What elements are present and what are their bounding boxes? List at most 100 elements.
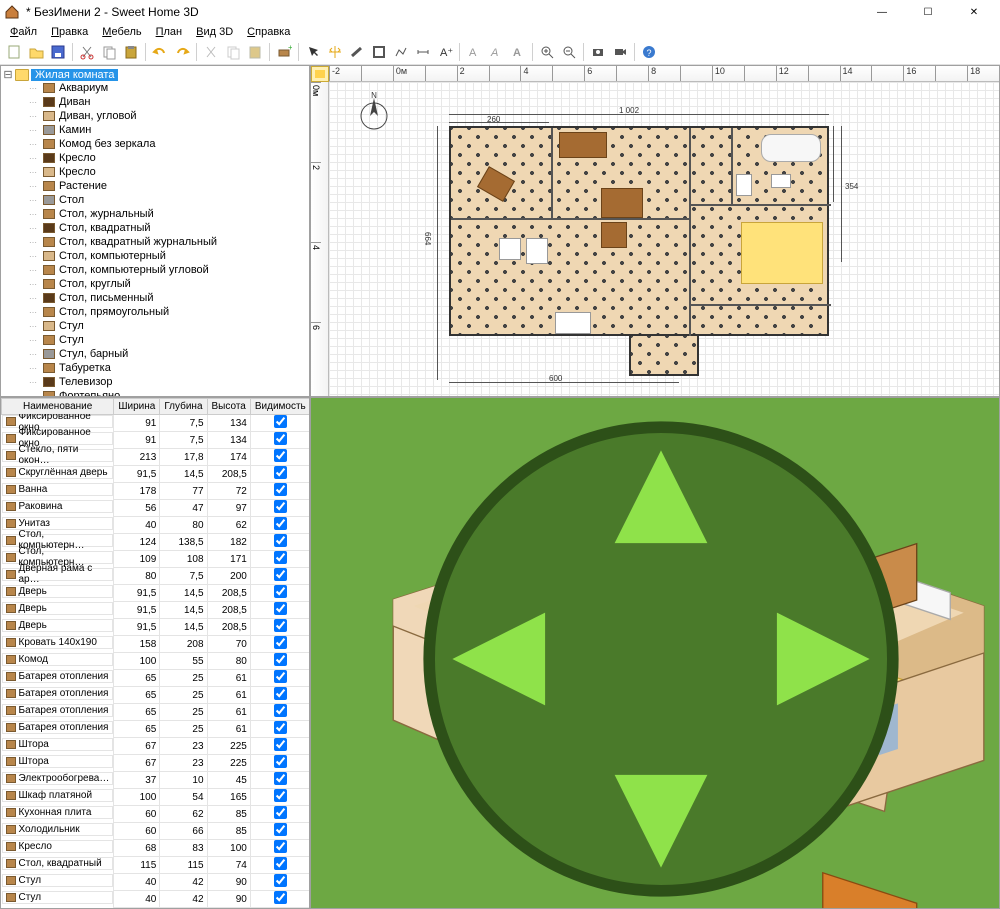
plan-canvas[interactable]: N 1 002 260 354 196 664 324 600 96,81 <box>329 82 999 396</box>
catalog-item[interactable]: ⋯Фортепьяно <box>3 389 307 397</box>
catalog-item[interactable]: ⋯Стол, прямоугольный <box>3 305 307 319</box>
menu-2[interactable]: Мебель <box>96 24 147 40</box>
catalog-item[interactable]: ⋯Кресло <box>3 151 307 165</box>
row-visible-checkbox[interactable] <box>274 432 287 445</box>
wall[interactable] <box>731 128 733 204</box>
table-row[interactable]: Батарея отопления652561 <box>2 687 311 704</box>
row-visible-checkbox[interactable] <box>274 619 287 632</box>
help-icon[interactable]: ? <box>639 42 659 62</box>
furniture-catalog-panel[interactable]: ⊟ Жилая комната ⋯Аквариум⋯Диван⋯Диван, у… <box>0 65 310 397</box>
furniture-toilet[interactable] <box>736 174 752 196</box>
row-visible-checkbox[interactable] <box>274 704 287 717</box>
catalog-item[interactable]: ⋯Стол, компьютерный <box>3 249 307 263</box>
text-icon[interactable]: A⁺ <box>435 42 455 62</box>
redo-icon[interactable] <box>172 42 192 62</box>
furniture-bathtub[interactable] <box>761 134 821 162</box>
save-icon[interactable] <box>48 42 68 62</box>
house-extension[interactable] <box>629 336 699 376</box>
row-visible-checkbox[interactable] <box>274 789 287 802</box>
collapse-icon[interactable]: ⊟ <box>3 68 13 81</box>
row-visible-checkbox[interactable] <box>274 415 287 428</box>
paste2-icon[interactable] <box>245 42 265 62</box>
house-outline[interactable] <box>449 126 829 336</box>
row-visible-checkbox[interactable] <box>274 466 287 479</box>
row-visible-checkbox[interactable] <box>274 517 287 530</box>
pan-icon[interactable] <box>325 42 345 62</box>
table-row[interactable]: Шкаф платяной10054165 <box>2 789 311 806</box>
text-a3-icon[interactable]: A <box>508 42 528 62</box>
table-row[interactable]: Батарея отопления652561 <box>2 670 311 687</box>
wall[interactable] <box>689 304 831 306</box>
open-file-icon[interactable] <box>26 42 46 62</box>
table-row[interactable]: Батарея отопления652561 <box>2 704 311 721</box>
furniture-table[interactable]: НаименованиеШиринаГлубинаВысотаВидимость… <box>1 398 310 908</box>
furniture-sink[interactable] <box>771 174 791 188</box>
row-visible-checkbox[interactable] <box>274 806 287 819</box>
undo-icon[interactable] <box>150 42 170 62</box>
select-icon[interactable] <box>303 42 323 62</box>
menu-4[interactable]: Вид 3D <box>190 24 239 40</box>
row-visible-checkbox[interactable] <box>274 636 287 649</box>
table-row[interactable]: Дверь91,514,5208,5 <box>2 619 311 636</box>
menu-5[interactable]: Справка <box>241 24 296 40</box>
table-row[interactable]: Холодильник606685 <box>2 823 311 840</box>
table-header[interactable]: Наименование <box>2 399 114 415</box>
catalog-item[interactable]: ⋯Стул <box>3 319 307 333</box>
row-visible-checkbox[interactable] <box>274 721 287 734</box>
cut2-icon[interactable] <box>201 42 221 62</box>
row-visible-checkbox[interactable] <box>274 670 287 683</box>
catalog-item[interactable]: ⋯Кресло <box>3 165 307 179</box>
row-visible-checkbox[interactable] <box>274 755 287 768</box>
furniture-bed[interactable] <box>741 222 823 284</box>
catalog-item[interactable]: ⋯Стол, компьютерный угловой <box>3 263 307 277</box>
zoom-out-icon[interactable] <box>559 42 579 62</box>
cut-icon[interactable] <box>77 42 97 62</box>
catalog-item[interactable]: ⋯Стол, круглый <box>3 277 307 291</box>
catalog-category-label[interactable]: Жилая комната <box>31 69 118 81</box>
menu-3[interactable]: План <box>150 24 189 40</box>
catalog-item[interactable]: ⋯Стол <box>3 193 307 207</box>
copy2-icon[interactable] <box>223 42 243 62</box>
catalog-item[interactable]: ⋯Стол, журнальный <box>3 207 307 221</box>
row-visible-checkbox[interactable] <box>274 551 287 564</box>
table-row[interactable]: Скруглённая дверь91,514,5208,5 <box>2 466 311 483</box>
table-row[interactable]: Стол, квадратный11511574 <box>2 857 311 874</box>
row-visible-checkbox[interactable] <box>274 823 287 836</box>
menu-0[interactable]: Файл <box>4 24 43 40</box>
table-row[interactable]: Кровать 140x19015820870 <box>2 636 311 653</box>
dimension-icon[interactable] <box>413 42 433 62</box>
table-row[interactable]: Электрообогрева…371045 <box>2 772 311 789</box>
table-row[interactable]: Штора6723225 <box>2 755 311 772</box>
table-header[interactable]: Высота <box>207 399 250 415</box>
table-header[interactable]: Ширина <box>114 399 160 415</box>
row-visible-checkbox[interactable] <box>274 738 287 751</box>
catalog-item[interactable]: ⋯Растение <box>3 179 307 193</box>
plan-ruler-vertical[interactable]: 0м2468 <box>311 82 329 396</box>
wall[interactable] <box>451 218 691 220</box>
zoom-in-icon[interactable] <box>537 42 557 62</box>
catalog-item[interactable]: ⋯Стул <box>3 333 307 347</box>
video-icon[interactable] <box>610 42 630 62</box>
row-visible-checkbox[interactable] <box>274 500 287 513</box>
table-row[interactable]: Стекло, пяти окон…21317,8174 <box>2 449 311 466</box>
plan-origin-corner[interactable] <box>311 66 329 82</box>
polyline-icon[interactable] <box>391 42 411 62</box>
compass-icon[interactable]: N <box>354 92 394 132</box>
row-visible-checkbox[interactable] <box>274 568 287 581</box>
catalog-item[interactable]: ⋯Стул, барный <box>3 347 307 361</box>
table-row[interactable]: Дверь91,514,5208,5 <box>2 585 311 602</box>
3d-nav-control[interactable] <box>317 404 1000 909</box>
catalog-item[interactable]: ⋯Диван <box>3 95 307 109</box>
catalog-item[interactable]: ⋯Комод без зеркала <box>3 137 307 151</box>
row-visible-checkbox[interactable] <box>274 772 287 785</box>
catalog-item[interactable]: ⋯Табуретка <box>3 361 307 375</box>
furniture-table[interactable] <box>601 188 643 218</box>
furniture-desk[interactable] <box>559 132 607 158</box>
row-visible-checkbox[interactable] <box>274 653 287 666</box>
floor-plan-panel[interactable]: -20м24681012141618 0м2468 N 1 002 260 35… <box>310 65 1000 397</box>
table-row[interactable]: Дверь91,514,5208,5 <box>2 602 311 619</box>
camera-icon[interactable] <box>588 42 608 62</box>
add-furniture-icon[interactable]: + <box>274 42 294 62</box>
wall[interactable] <box>689 204 831 206</box>
row-visible-checkbox[interactable] <box>274 585 287 598</box>
